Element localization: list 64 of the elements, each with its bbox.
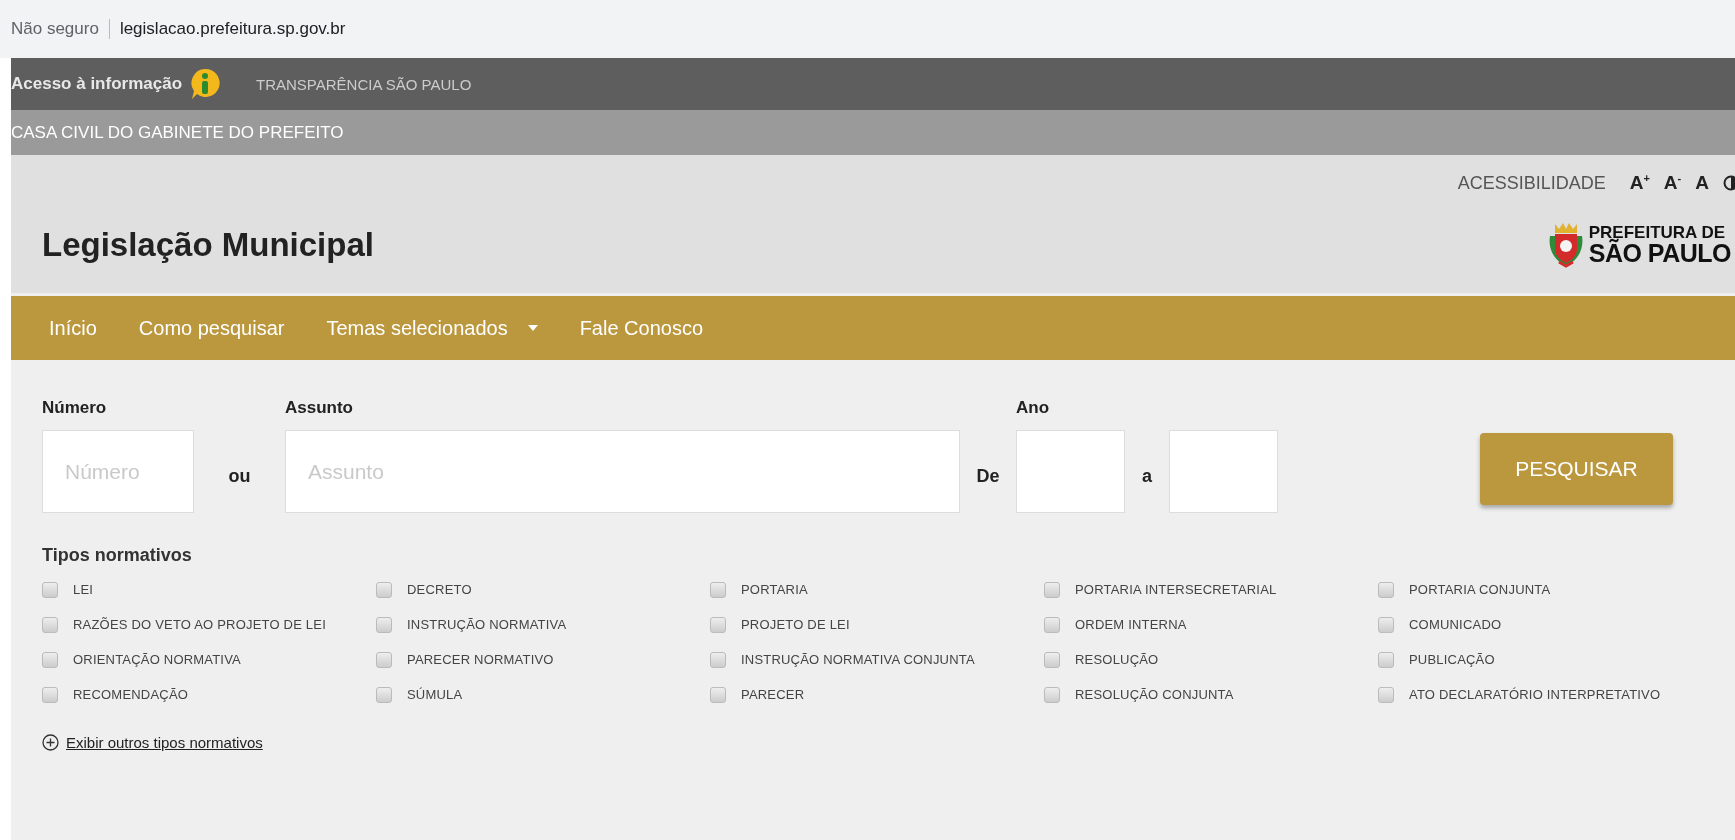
- checkbox[interactable]: [1378, 686, 1394, 703]
- contrast-icon[interactable]: [1723, 175, 1735, 191]
- department-title: CASA CIVIL DO GABINETE DO PREFEITO: [11, 122, 344, 143]
- checkbox[interactable]: [42, 581, 58, 598]
- or-text: ou: [228, 465, 251, 487]
- checkbox-label[interactable]: PARECER NORMATIVO: [407, 652, 554, 667]
- to-text: a: [1142, 465, 1152, 487]
- checkbox[interactable]: [710, 651, 726, 668]
- checkbox[interactable]: [1044, 616, 1060, 633]
- checkbox-label[interactable]: INSTRUÇÃO NORMATIVA: [407, 617, 567, 632]
- checkbox[interactable]: [710, 616, 726, 633]
- info-icon[interactable]: [190, 68, 220, 100]
- font-size-button[interactable]: A: [1695, 172, 1709, 194]
- page-title: Legislação Municipal: [42, 226, 374, 264]
- year-from-field[interactable]: [1016, 430, 1125, 513]
- checkbox-label[interactable]: ORIENTAÇÃO NORMATIVA: [73, 652, 241, 667]
- checkbox[interactable]: [1378, 616, 1394, 633]
- checkbox[interactable]: [376, 686, 392, 703]
- checkbox-label[interactable]: PUBLICAÇÃO: [1409, 652, 1495, 667]
- font-size-button[interactable]: A$^{-}$: [1663, 171, 1682, 195]
- checkbox-label[interactable]: PORTARIA: [741, 582, 808, 597]
- checkbox[interactable]: [710, 686, 726, 703]
- font-size-button[interactable]: A$^{+}$: [1629, 171, 1650, 195]
- field-label: Número: [42, 398, 108, 419]
- checkbox[interactable]: [376, 651, 392, 668]
- security-label[interactable]: Não seguro: [11, 19, 110, 39]
- checkbox[interactable]: [1378, 651, 1394, 668]
- checkbox-label[interactable]: RESOLUÇÃO CONJUNTA: [1075, 687, 1234, 702]
- url-text[interactable]: legislacao.prefeitura.sp.gov.br: [119, 19, 346, 39]
- from-text: De: [976, 465, 1000, 487]
- plus-circle-icon[interactable]: [42, 734, 59, 751]
- section-title: Tipos normativos: [42, 545, 193, 566]
- checkbox-label[interactable]: PARECER: [741, 687, 805, 702]
- checkbox[interactable]: [1044, 686, 1060, 703]
- checkbox[interactable]: [1044, 581, 1060, 598]
- checkbox-label[interactable]: PORTARIA CONJUNTA: [1409, 582, 1551, 597]
- checkbox-label[interactable]: PORTARIA INTERSECRETARIAL: [1075, 582, 1277, 597]
- checkbox-label[interactable]: RESOLUÇÃO: [1075, 652, 1159, 667]
- checkbox[interactable]: [42, 686, 58, 703]
- checkbox[interactable]: [1378, 581, 1394, 598]
- checkbox-label[interactable]: RAZÕES DO VETO AO PROJETO DE LEI: [73, 617, 326, 632]
- show-more-link[interactable]: Exibir outros tipos normativos: [66, 734, 263, 751]
- checkbox[interactable]: [376, 581, 392, 598]
- year-to-field[interactable]: [1169, 430, 1278, 513]
- logo-text: PREFEITURA DE: [1588, 224, 1727, 241]
- checkbox-label[interactable]: INSTRUÇÃO NORMATIVA CONJUNTA: [741, 652, 975, 667]
- field-label: Ano: [1016, 398, 1051, 419]
- checkbox-label[interactable]: ORDEM INTERNA: [1075, 617, 1187, 632]
- checkbox-label[interactable]: SÚMULA: [407, 687, 463, 702]
- checkbox-label[interactable]: PROJETO DE LEI: [741, 617, 850, 632]
- checkbox-label[interactable]: ATO DECLARATÓRIO INTERPRETATIVO: [1409, 687, 1661, 702]
- field-label: Assunto: [285, 398, 354, 419]
- checkbox[interactable]: [710, 581, 726, 598]
- transparency-link[interactable]: TRANSPARÊNCIA SÃO PAULO: [256, 75, 472, 93]
- checkbox[interactable]: [42, 616, 58, 633]
- checkbox-label[interactable]: LEI: [73, 582, 94, 597]
- checkbox[interactable]: [1044, 651, 1060, 668]
- checkbox-label[interactable]: DECRETO: [407, 582, 472, 597]
- accessibility-label: ACESSIBILIDADE: [1457, 172, 1606, 194]
- checkbox-label[interactable]: COMUNICADO: [1409, 617, 1502, 632]
- checkbox[interactable]: [376, 616, 392, 633]
- access-label: Acesso à informação: [11, 74, 182, 94]
- checkbox[interactable]: [42, 651, 58, 668]
- checkbox-label[interactable]: RECOMENDAÇÃO: [73, 687, 189, 702]
